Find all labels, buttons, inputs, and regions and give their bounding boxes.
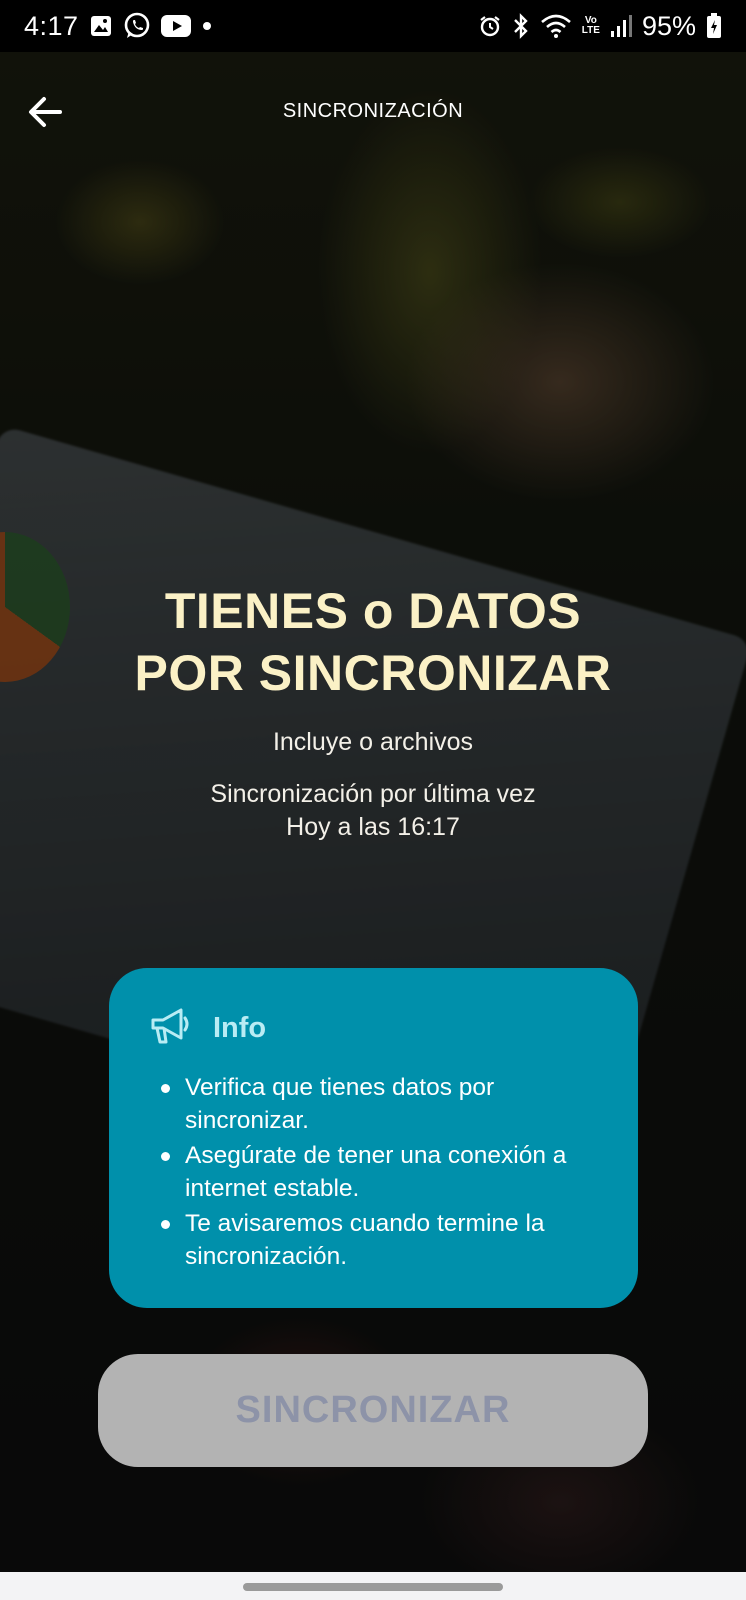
- sync-button[interactable]: SINCRONIZAR: [98, 1354, 648, 1467]
- whatsapp-icon: [123, 12, 151, 40]
- info-item: Verifica que tienes datos por sincroniza…: [149, 1071, 598, 1137]
- home-indicator[interactable]: [243, 1583, 503, 1591]
- last-sync-label: Sincronización por última vez: [210, 780, 536, 808]
- wifi-icon: [540, 13, 572, 39]
- info-list: Verifica que tienes datos por sincroniza…: [149, 1071, 598, 1273]
- bluetooth-icon: [512, 13, 530, 39]
- volte-icon: Vo LTE: [582, 16, 600, 36]
- info-card-header: Info: [149, 1006, 598, 1051]
- background-overlay: [0, 52, 746, 1572]
- dot-icon: [201, 20, 213, 32]
- info-card: Info Verifica que tienes datos por sincr…: [109, 968, 638, 1308]
- battery-icon: [706, 13, 722, 39]
- battery-percent: 95%: [641, 10, 696, 41]
- info-item: Asegúrate de tener una conexión a intern…: [149, 1139, 598, 1205]
- info-title: Info: [213, 1012, 267, 1044]
- megaphone-icon: [149, 1006, 193, 1051]
- page-title: SINCRONIZACIÓN: [282, 100, 464, 122]
- last-sync-value: Hoy a las 16:17: [286, 813, 460, 841]
- includes-files-text: Incluye o archivos: [272, 728, 474, 756]
- status-left: 4:17: [24, 11, 213, 42]
- headline-line-2: POR SINCRONIZAR: [134, 645, 612, 701]
- app-header: SINCRONIZACIÓN: [0, 52, 746, 167]
- status-bar: 4:17 Vo LTE 95%: [0, 0, 746, 52]
- sync-screen: SINCRONIZACIÓN TIENES o DATOS POR SINCRO…: [0, 52, 746, 1572]
- info-item: Te avisaremos cuando termine la sincroni…: [149, 1207, 598, 1273]
- status-time: 4:17: [24, 10, 79, 41]
- status-right: Vo LTE 95%: [478, 11, 722, 42]
- signal-icon: [610, 14, 632, 38]
- navigation-bar: [0, 1572, 746, 1600]
- youtube-icon: [160, 15, 191, 37]
- pending-data-headline: TIENES o DATOS POR SINCRONIZAR: [0, 580, 746, 704]
- alarm-icon: [478, 14, 502, 38]
- headline-line-1: TIENES o DATOS: [164, 583, 582, 639]
- volte-bottom-text: LTE: [581, 25, 600, 36]
- gallery-icon: [89, 14, 113, 38]
